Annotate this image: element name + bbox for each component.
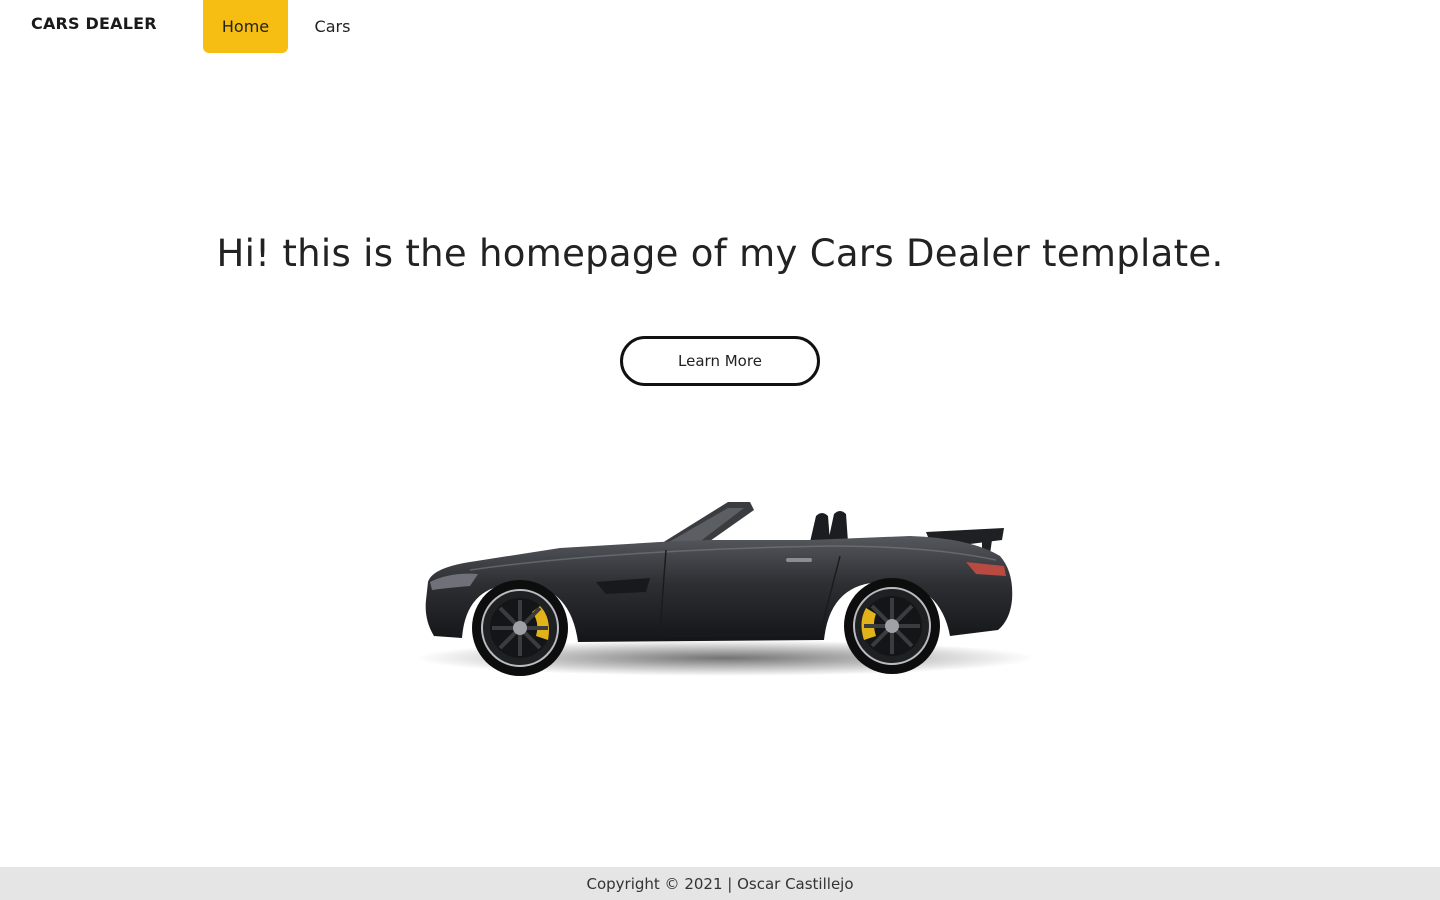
learn-more-button[interactable]: Learn More xyxy=(620,336,820,386)
footer: Copyright © 2021 | Oscar Castillejo xyxy=(0,867,1440,900)
hero-title: Hi! this is the homepage of my Cars Deal… xyxy=(216,232,1224,275)
navbar: CARS DEALER Home Cars xyxy=(0,0,1440,53)
nav-home-link[interactable]: Home xyxy=(203,0,288,53)
nav-cars-link[interactable]: Cars xyxy=(300,0,365,53)
car-image xyxy=(415,502,1035,676)
copyright-text: Copyright © 2021 | Oscar Castillejo xyxy=(586,874,854,893)
brand-logo[interactable]: CARS DEALER xyxy=(31,14,157,33)
